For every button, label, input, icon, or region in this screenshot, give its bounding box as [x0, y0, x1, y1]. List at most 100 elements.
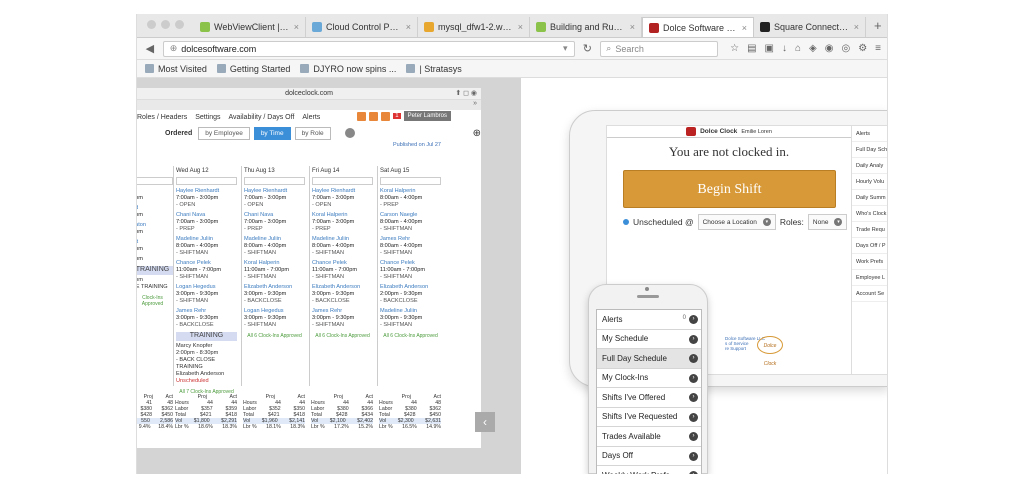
- phone-menu-item[interactable]: My Clock-Ins ›: [597, 369, 701, 388]
- browser-tab[interactable]: Square Connect API Docu... ×: [754, 17, 866, 37]
- shift-entry[interactable]: in0pm: [137, 188, 173, 202]
- location-select[interactable]: Choose a Location ▾: [697, 214, 776, 230]
- close-icon[interactable]: ×: [742, 23, 747, 33]
- browser-tab[interactable]: Dolce Software | The Essential S... ×: [642, 17, 754, 37]
- shift-entry[interactable]: Koral Halperin 7:00am - 3:00pm - PREP: [312, 212, 373, 233]
- shift-entry[interactable]: James Rehr 3:00pm - 9:30pm - BACKCLOSE: [176, 308, 237, 329]
- close-icon[interactable]: ×: [854, 22, 859, 32]
- close-icon[interactable]: ×: [294, 22, 299, 32]
- app-menu-item[interactable]: Roles / Headers: [137, 114, 187, 121]
- app-menu-item[interactable]: Settings: [195, 114, 220, 121]
- shift-entry[interactable]: Chani Nava 7:00am - 3:00pm - PREP: [244, 212, 305, 233]
- shift-entry[interactable]: James Rehr 3:00pm - 9:30pm - SHIFTMAN: [312, 308, 373, 329]
- order-button[interactable]: by Time: [253, 126, 291, 140]
- url-bar[interactable]: ⊕ dolcesoftware.com ▾: [162, 40, 575, 57]
- day-add-bar[interactable]: [137, 177, 173, 185]
- shift-entry[interactable]: 0pm: [137, 256, 173, 263]
- shift-entry[interactable]: Madeline Juliin 8:00am - 4:00pm - SHIFTMAN: [312, 236, 373, 257]
- close-icon[interactable]: ×: [406, 22, 411, 32]
- bookmark-item[interactable]: DJYRO now spins ...: [300, 64, 396, 74]
- tablet-menu-item[interactable]: Employee L: [852, 270, 887, 286]
- browser-tab[interactable]: Cloud Control Panel ×: [306, 17, 418, 37]
- tablet-menu-item[interactable]: Days Off / P: [852, 238, 887, 254]
- bookmark-item[interactable]: | Stratasys: [406, 64, 462, 74]
- shift-entry[interactable]: Logan Hegedus 3:00pm - 9:30pm - SHIFTMAN: [176, 284, 237, 305]
- shift-entry[interactable]: Haylee Rienhardt 7:00am - 3:00pm - OPEN: [176, 188, 237, 209]
- tablet-menu-item[interactable]: Account Se: [852, 286, 887, 302]
- shift-entry[interactable]: Elizabeth Anderson 2:00pm - 9:30pm - BACKC…: [380, 284, 441, 305]
- alert-badge[interactable]: 1: [393, 113, 401, 119]
- phone-menu-item[interactable]: Days Off ›: [597, 447, 701, 466]
- shift-entry[interactable]: Madeline Juliin 8:00am - 4:00pm - SHIFTMAN: [244, 236, 305, 257]
- phone-menu-item[interactable]: Weekly Work Prefs ›: [597, 466, 701, 474]
- roles-select[interactable]: None ▾: [807, 214, 848, 230]
- shift-entry[interactable]: Chance Pelek 11:00am - 7:00pm - SHIFTMAN: [176, 260, 237, 281]
- publish-icon[interactable]: [357, 111, 367, 121]
- close-icon[interactable]: ×: [518, 22, 523, 32]
- export-icon[interactable]: [381, 111, 391, 121]
- bookmark-item[interactable]: Getting Started: [216, 64, 290, 74]
- shift-entry[interactable]: Haylee Rienhardt 7:00am - 3:00pm - OPEN: [312, 188, 373, 209]
- dropdown-icon[interactable]: ▾: [563, 43, 568, 54]
- phone-menu-item[interactable]: Trades Available ›: [597, 427, 701, 447]
- bookmark-item[interactable]: Most Visited: [145, 64, 207, 74]
- shift-entry[interactable]: Haylee Rienhardt 7:00am - 3:00pm - OPEN: [244, 188, 305, 209]
- monitor-nav-arrows[interactable]: »: [137, 100, 481, 110]
- window-controls[interactable]: [141, 20, 194, 37]
- tablet-menu-item[interactable]: Daily Analy: [852, 158, 887, 174]
- day-add-bar[interactable]: [380, 177, 441, 185]
- shift-entry[interactable]: rst0pm: [137, 239, 173, 253]
- shift-entry[interactable]: Chani Nava 7:00am - 3:00pm - PREP: [176, 212, 237, 233]
- browser-tab[interactable]: mysql_dfw1-2.websitesettin... ×: [418, 17, 530, 37]
- day-add-bar[interactable]: [176, 177, 237, 185]
- browser-tab[interactable]: WebViewClient | Android De... ×: [194, 17, 306, 37]
- pie-icon[interactable]: [344, 128, 355, 138]
- phone-menu-item[interactable]: Alerts 0 ›: [597, 310, 701, 330]
- home-icon[interactable]: ⌂: [795, 43, 801, 54]
- settings-icon[interactable]: ⚙: [858, 43, 867, 54]
- day-add-bar[interactable]: [244, 177, 305, 185]
- phone-menu-item[interactable]: Shifts I've Offered ›: [597, 388, 701, 408]
- close-icon[interactable]: ×: [630, 22, 635, 32]
- phone-menu-item[interactable]: My Schedule ›: [597, 330, 701, 349]
- shift-entry[interactable]: James Rehr 8:00am - 4:00pm - SHIFTMAN: [380, 236, 441, 257]
- pocket-icon[interactable]: ◈: [809, 43, 817, 54]
- tablet-menu-item[interactable]: Work Prefs: [852, 254, 887, 270]
- begin-shift-button[interactable]: Begin Shift: [623, 170, 836, 208]
- globe-icon[interactable]: ⊕: [473, 128, 481, 139]
- star-icon[interactable]: ☆: [730, 43, 739, 54]
- shift-entry[interactable]: Logan Hegedus 3:00pm - 9:30pm - SHIFTMAN: [244, 308, 305, 329]
- shift-entry[interactable]: Elizabeth Anderson 3:00pm - 9:30pm - BACKC…: [244, 284, 305, 305]
- shift-entry[interactable]: Elizabeth Anderson 3:00pm - 9:30pm - BACKC…: [312, 284, 373, 305]
- order-button[interactable]: by Role: [294, 126, 331, 140]
- print-icon[interactable]: [369, 111, 379, 121]
- shift-entry[interactable]: Chance Pelek 11:00am - 7:00pm - SHIFTMAN: [380, 260, 441, 281]
- search-box[interactable]: ⌕ Search: [600, 40, 719, 57]
- tablet-menu-item[interactable]: Hourly Volu: [852, 174, 887, 190]
- user-button[interactable]: Peter Lambros: [403, 111, 451, 121]
- phone-menu-item[interactable]: Shifts I've Requested ›: [597, 408, 701, 427]
- day-add-bar[interactable]: [312, 177, 373, 185]
- shift-entry[interactable]: Koral Halperin 8:00am - 4:00pm - PREP: [380, 188, 441, 209]
- browser-tab[interactable]: Building and Running from ... ×: [530, 17, 642, 37]
- back-icon[interactable]: ◀: [143, 42, 157, 55]
- reader-icon[interactable]: ▤: [747, 43, 756, 54]
- extension-icon[interactable]: ◎: [841, 43, 850, 54]
- shift-entry[interactable]: Madeline Juliin 8:00am - 4:00pm - SHIFTMAN: [176, 236, 237, 257]
- menu-icon[interactable]: ≡: [875, 43, 881, 54]
- order-button[interactable]: by Employee: [198, 126, 250, 140]
- tablet-menu-item[interactable]: Daily Summ: [852, 190, 887, 206]
- tablet-menu-item[interactable]: Trade Requ: [852, 222, 887, 238]
- shift-entry[interactable]: eaton0pm: [137, 222, 173, 236]
- tablet-menu-item[interactable]: Who's Clock: [852, 206, 887, 222]
- shift-entry[interactable]: ird0pm: [137, 205, 173, 219]
- lock-icon[interactable]: ▣: [765, 43, 774, 54]
- shift-entry[interactable]: Koral Halperin 11:00am - 7:00pm - SHIFTMAN: [244, 260, 305, 281]
- shift-entry[interactable]: Madeline Juliin 3:00pm - 9:30pm - SHIFTMAN: [380, 308, 441, 329]
- shift-entry[interactable]: Chance Pelek 11:00am - 7:00pm - SHIFTMAN: [312, 260, 373, 281]
- shift-entry[interactable]: Carson Naegle 8:00am - 4:00pm - SHIFTMAN: [380, 212, 441, 233]
- unscheduled-radio[interactable]: [623, 219, 629, 225]
- reload-icon[interactable]: ↻: [581, 42, 595, 55]
- download-icon[interactable]: ↓: [782, 43, 787, 54]
- tablet-menu-item[interactable]: Full Day Sche: [852, 142, 887, 158]
